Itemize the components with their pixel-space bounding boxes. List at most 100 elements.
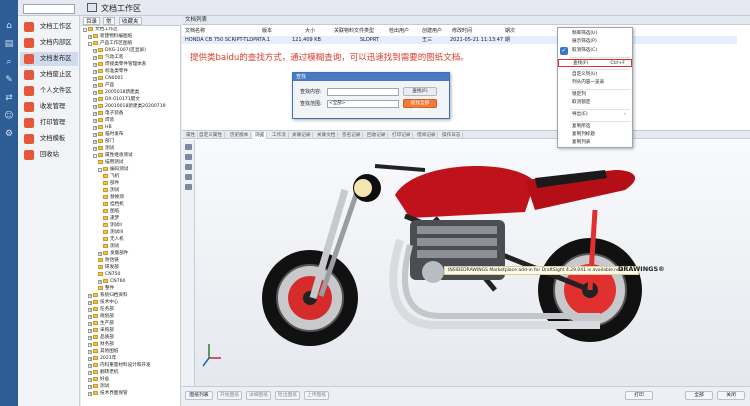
expand-icon[interactable]: + (88, 357, 92, 361)
tree-node[interactable]: - 编码测试 (98, 167, 128, 173)
expand-icon[interactable]: + (93, 91, 97, 95)
find-all-button[interactable]: 提找全部(A)>> (403, 99, 437, 113)
tree-node[interactable]: 逢梦 (103, 216, 119, 222)
search-icon[interactable]: ⌕ (3, 56, 15, 68)
rotate-icon[interactable] (185, 154, 192, 160)
upload-button[interactable]: 上传图纸 (304, 391, 329, 400)
expand-icon[interactable]: + (88, 350, 92, 354)
tree-node[interactable]: + 规划部 (88, 314, 114, 320)
expand-icon[interactable]: + (93, 63, 97, 67)
collapse-icon[interactable]: - (98, 168, 102, 172)
tab-related-records[interactable]: 关联记录 (290, 132, 314, 139)
expand-icon[interactable]: + (98, 252, 102, 256)
column-header[interactable]: 修改时间 (452, 27, 472, 35)
find-scope-select[interactable]: <全部> (327, 100, 399, 108)
detail-button[interactable]: 详细图纸 (246, 391, 271, 400)
tree-node[interactable]: - 产品工作区图纸 (88, 41, 132, 47)
expand-icon[interactable]: + (88, 329, 92, 333)
tab-operation-log[interactable]: 操作日志 (440, 132, 464, 139)
tree-node[interactable]: + 焊接类零件管理体系 (93, 62, 146, 68)
collapse-icon[interactable]: - (88, 42, 92, 46)
expand-icon[interactable]: + (93, 49, 97, 53)
tree-node[interactable]: 测试II (103, 223, 122, 229)
tree-node[interactable]: + DXG-1007(区显屏) (93, 48, 146, 54)
tab-common[interactable]: 常 (103, 17, 115, 25)
model-viewer[interactable] (195, 140, 750, 386)
collapse-icon[interactable]: - (93, 154, 97, 158)
pan-icon[interactable] (185, 144, 192, 150)
tree-node[interactable]: +20010018新建类20200719 (93, 104, 166, 110)
expand-icon[interactable]: + (88, 294, 92, 298)
tree-node[interactable]: + 部门 (93, 139, 114, 145)
column-header[interactable]: 创建用户 (422, 27, 442, 35)
expand-icon[interactable]: + (88, 336, 92, 340)
expand-icon[interactable]: + (93, 126, 97, 130)
expand-icon[interactable]: + (93, 147, 97, 151)
tree-node[interactable]: + 技术中心 (88, 300, 118, 306)
tree-node[interactable]: 整件 (98, 286, 114, 292)
print-button[interactable]: 打印 (625, 391, 653, 400)
menu-item-custom-columns[interactable]: 自定义列(U) (558, 71, 632, 79)
tree-node[interactable]: + 新建物料编图纸 (88, 34, 132, 40)
tree-node[interactable]: 无人机 (103, 237, 124, 243)
expand-icon[interactable]: + (98, 280, 102, 284)
all-button[interactable]: 全部 (685, 391, 713, 400)
tree-node[interactable]: + 电子装备 (93, 111, 123, 117)
column-header[interactable]: 版本 (262, 27, 272, 35)
nav-item-internal[interactable]: 文档内部区 (20, 36, 78, 50)
user-icon[interactable]: ☺ (3, 110, 15, 122)
share-icon[interactable]: ⇄ (3, 92, 15, 104)
tree-node[interactable]: + 临时发布 (93, 132, 123, 138)
zoom-icon[interactable] (185, 164, 192, 170)
tree-node[interactable]: + CN0001 (93, 76, 123, 82)
tab-browse[interactable]: 浏览 (253, 132, 268, 139)
menu-item-filter-frequency[interactable]: 频率筛选(U) (558, 30, 632, 38)
measure-icon[interactable] (185, 174, 192, 180)
menu-item-find[interactable]: 查找(F) Ctrl+F (558, 59, 632, 67)
tree-node[interactable]: 图纸 (103, 209, 119, 215)
tab-workflow[interactable]: 工作流 (270, 132, 289, 139)
tree-node[interactable]: 替换测 (103, 195, 124, 201)
expand-icon[interactable]: + (93, 119, 97, 123)
tree-node[interactable]: + HB (93, 125, 112, 131)
expand-icon[interactable]: + (88, 392, 92, 396)
nav-item-personal[interactable]: 个人文件区 (20, 84, 78, 98)
tree-node[interactable]: 研发部 (98, 265, 119, 271)
tree-node[interactable]: + 技术界面保管 (88, 391, 128, 397)
expand-icon[interactable]: + (88, 35, 92, 39)
tree-node[interactable]: 描用测试 (98, 160, 123, 166)
tree-node[interactable]: + 测试 (88, 384, 109, 390)
home-icon[interactable]: ⌂ (3, 20, 15, 32)
menu-item-cancel-filter[interactable]: 取消筛选(C) (558, 47, 632, 55)
find-next-button[interactable]: 查找(F) (403, 87, 437, 96)
tree-node[interactable]: 测试III (103, 230, 123, 236)
expand-icon[interactable]: + (93, 84, 97, 88)
tree-node[interactable]: +2021年 (88, 356, 116, 362)
tree-node[interactable]: 防伪链 (98, 258, 119, 264)
column-header[interactable]: 文件类型 (354, 27, 374, 35)
menu-item-copy-list[interactable]: 复制列表 (558, 139, 632, 147)
column-header[interactable]: 文档名称 (185, 27, 205, 35)
info-banner[interactable]: INSIDEDRAWINGS Marketplace add-in for Dr… (444, 266, 639, 275)
settings-icon[interactable]: ⚙ (3, 128, 15, 140)
menu-item-lock-column[interactable]: 锁定列 (558, 91, 632, 99)
nav-item-dispatch[interactable]: 收发管理 (20, 100, 78, 114)
tree-node[interactable]: + 发版部件 (98, 251, 128, 257)
expand-icon[interactable]: + (93, 56, 97, 60)
tree-node[interactable]: + 任务部 (88, 307, 114, 313)
tab-recycle-log[interactable]: 回收记录 (365, 132, 389, 139)
nav-item-obsolete[interactable]: 文档废止区 (20, 68, 78, 82)
tree-node[interactable]: + 翻转老机 (88, 370, 118, 376)
section-icon[interactable] (185, 184, 192, 190)
menu-item-show-filter[interactable]: 展示筛选(P) (558, 38, 632, 46)
expand-icon[interactable]: + (93, 133, 97, 137)
menu-item-copy-header[interactable]: 复制列标题 (558, 131, 632, 139)
tree-node[interactable]: - 属性继承测试 (93, 153, 133, 159)
menu-item-unlock[interactable]: 取消锁定 (558, 99, 632, 107)
tab-related-docs[interactable]: 关联文档 (315, 132, 339, 139)
expand-icon[interactable]: + (88, 385, 92, 389)
expand-icon[interactable]: + (88, 343, 92, 347)
menu-item-copy-selected[interactable]: 复制所选 (558, 123, 632, 131)
column-header[interactable]: 大小 (305, 27, 315, 35)
column-header[interactable]: 关联物料 (334, 27, 354, 35)
